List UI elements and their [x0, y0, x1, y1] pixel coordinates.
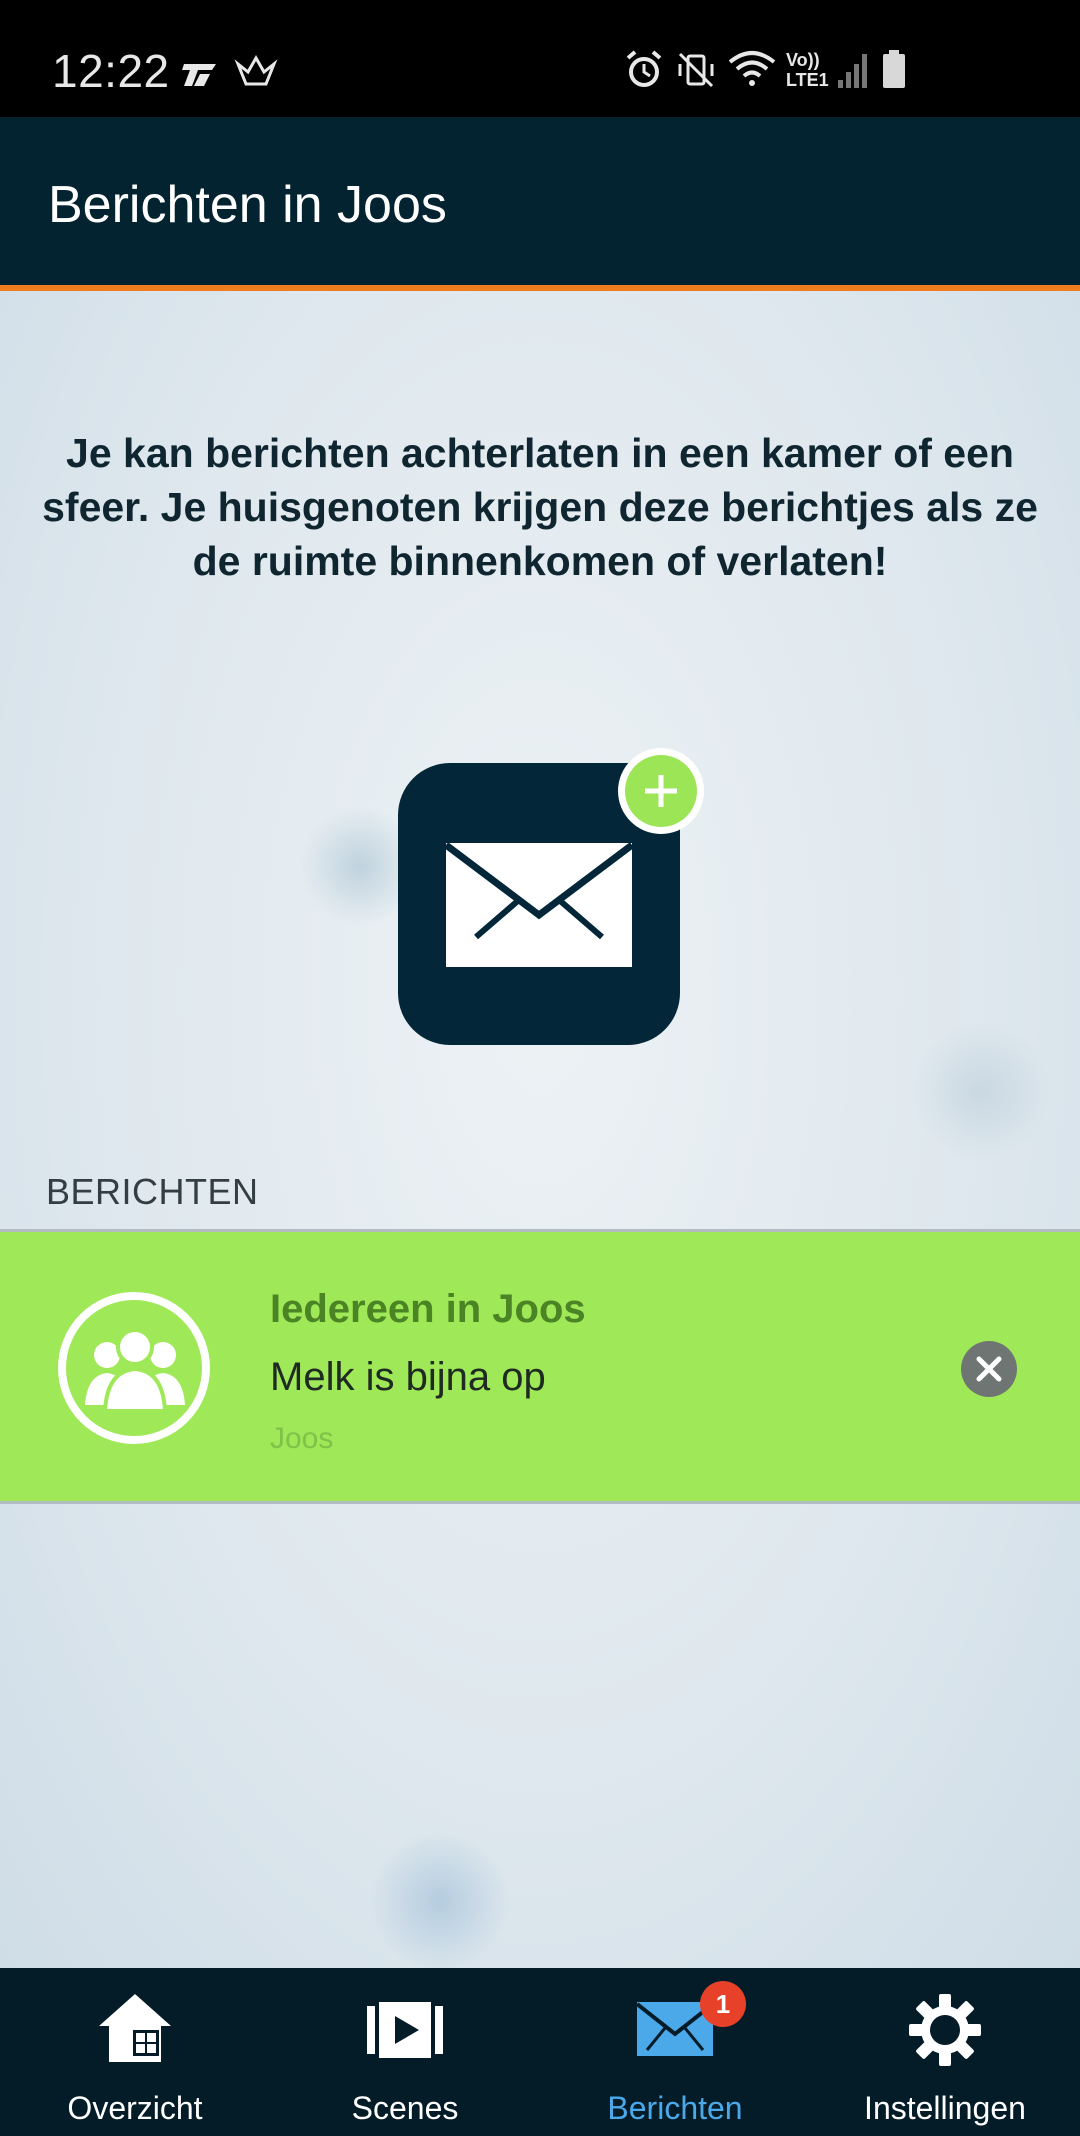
app-notification-icon-2: [234, 54, 278, 86]
nav-label-berichten: Berichten: [607, 2090, 743, 2126]
add-icon[interactable]: [618, 748, 704, 834]
page-title: Berichten in Joos: [48, 176, 447, 234]
nav-label-overzicht: Overzicht: [67, 2090, 203, 2126]
delete-message-button[interactable]: [961, 1341, 1017, 1397]
group-avatar: [58, 1292, 210, 1444]
nav-item-instellingen[interactable]: Instellingen: [810, 1968, 1080, 2136]
lte-label: LTE1: [786, 70, 829, 90]
envelope-icon: [446, 843, 632, 967]
intro-text: Je kan berichten achterlaten in een kame…: [42, 430, 1038, 584]
status-bar: 12:22 Vo)) LTE1: [0, 0, 1080, 117]
group-icon: [85, 1328, 185, 1411]
gear-icon: [909, 1994, 981, 2066]
home-icon: [99, 1994, 171, 2062]
message-recipient: Iedereen in Joos: [270, 1287, 586, 1331]
section-label-messages: BERICHTEN: [46, 1171, 259, 1212]
battery-icon: [883, 50, 905, 88]
app-bar: Berichten in Joos: [0, 117, 1080, 285]
main-content: Je kan berichten achterlaten in een kame…: [0, 291, 1080, 1968]
nav-label-scenes: Scenes: [351, 2090, 459, 2126]
nav-item-berichten[interactable]: Berichten: [540, 1968, 810, 2136]
message-item[interactable]: Iedereen in Joos Melk is bijna op Joos: [0, 1229, 1080, 1504]
notification-badge: 1: [700, 1981, 746, 2027]
message-sender: Joos: [270, 1422, 334, 1455]
bottom-navigation: Overzicht Scenes Berichten Instellingen: [0, 1968, 1080, 2136]
status-time: 12:22: [52, 45, 170, 97]
volte-label: Vo)): [786, 50, 820, 70]
message-text: Melk is bijna op: [270, 1355, 546, 1399]
volte-lte-icon: Vo)) LTE1: [786, 50, 829, 90]
nav-item-overzicht[interactable]: Overzicht: [0, 1968, 270, 2136]
nav-label-instellingen: Instellingen: [864, 2090, 1026, 2126]
play-icon: [367, 2002, 443, 2058]
vibrate-icon: [678, 52, 714, 88]
signal-icon: [838, 54, 867, 88]
close-icon: [976, 1356, 1002, 1382]
nav-item-scenes[interactable]: Scenes: [270, 1968, 540, 2136]
alarm-icon: [626, 50, 662, 87]
wifi-icon: [728, 51, 776, 86]
app-notification-icon: [182, 64, 216, 86]
